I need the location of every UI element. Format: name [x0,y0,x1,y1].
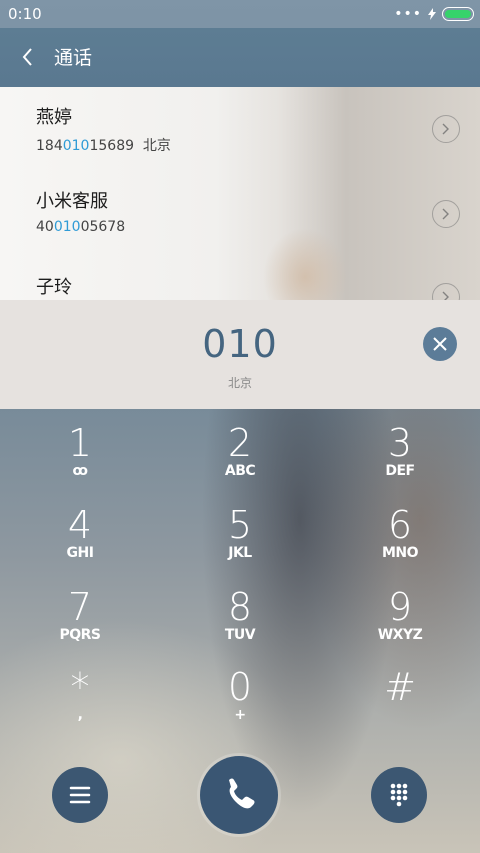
clear-button[interactable] [423,327,457,361]
key-7[interactable]: 7 PQRS [20,587,140,667]
key-2[interactable]: 2 ABC [180,423,300,503]
contact-detail-button[interactable] [432,115,460,143]
dial-display: 010 北京 [0,300,480,409]
contact-number: 4001005678 [36,219,126,235]
phone-icon [229,778,255,809]
status-time: 0:10 [8,5,42,23]
chevron-right-icon [442,123,449,135]
key-6[interactable]: 6 MNO [340,505,460,585]
app-header: 通话 [0,28,480,87]
keypad-toggle-button[interactable] [371,767,427,823]
key-5[interactable]: 5 JKL [180,505,300,585]
contact-name: 燕婷 [36,107,72,128]
call-button[interactable] [200,756,278,834]
status-bar: 0:10 ••• [0,0,480,28]
menu-button[interactable] [52,767,108,823]
key-hash[interactable]: # [340,667,460,747]
key-3[interactable]: 3 DEF [340,423,460,503]
battery-icon [442,7,474,21]
clear-icon [433,337,447,351]
contact-detail-button[interactable] [432,200,460,228]
contact-row[interactable]: 小米客服 4001005678 [36,191,125,235]
key-4[interactable]: 4 GHI [20,505,140,585]
key-0[interactable]: 0 + [180,667,300,747]
contact-name: 子玲 [36,277,72,298]
contact-number: 18401015689 北京 [36,138,171,154]
contact-row[interactable]: 子玲 [36,277,72,299]
charging-icon [428,8,436,20]
chevron-right-icon [442,208,449,220]
number-location: 北京 [227,376,252,390]
contact-suggestions: 燕婷 18401015689 北京 小米客服 4001005678 子玲 [0,87,480,300]
dialed-number[interactable]: 010 [0,322,480,366]
key-9[interactable]: 9 WXYZ [340,587,460,667]
signal-dots-icon: ••• [394,6,422,22]
back-arrow-icon [22,48,32,66]
key-8[interactable]: 8 TUV [180,587,300,667]
chevron-right-icon [442,291,449,300]
contact-name: 小米客服 [36,191,108,212]
contact-detail-button[interactable] [432,283,460,300]
back-button[interactable] [16,42,40,72]
keypad-icon [390,783,408,807]
menu-icon [69,786,91,804]
status-icons: ••• [394,6,474,22]
contact-row[interactable]: 燕婷 18401015689 北京 [36,107,171,155]
page-title: 通话 [54,47,93,69]
key-1[interactable]: 1ꝏ [20,423,140,503]
key-star[interactable]: *, [20,667,140,747]
